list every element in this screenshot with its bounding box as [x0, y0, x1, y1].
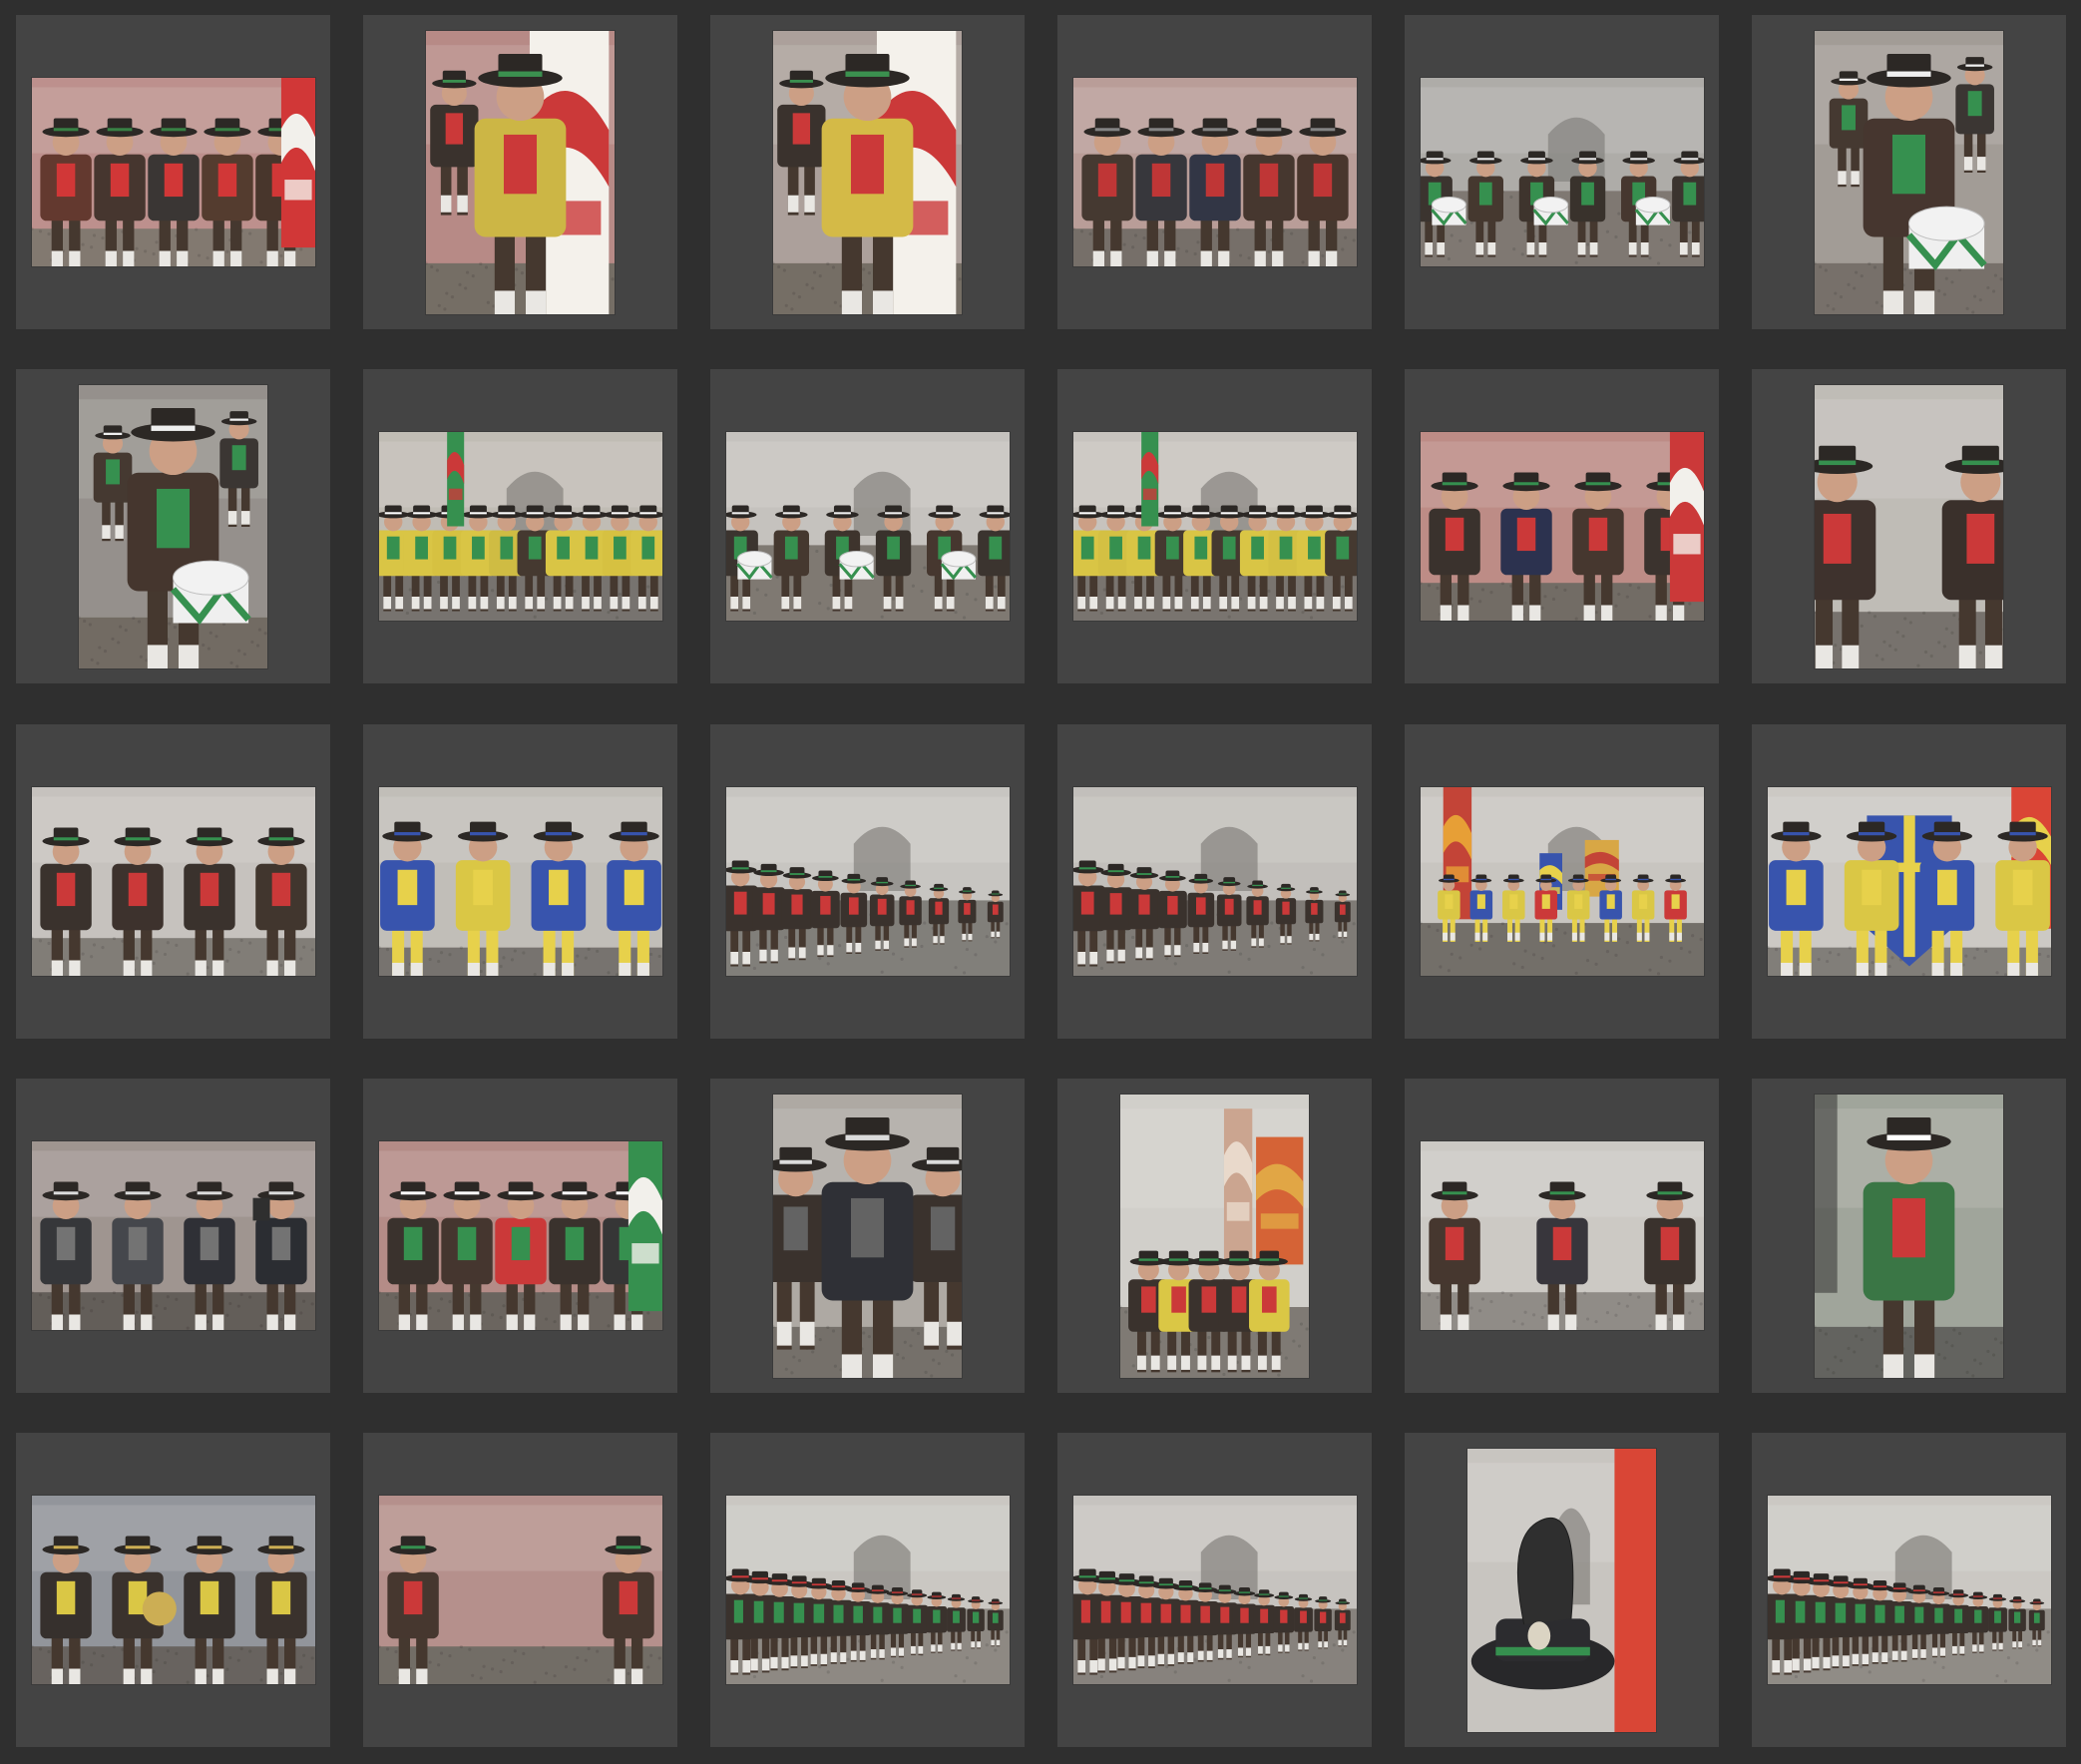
photo-image [1072, 432, 1357, 621]
photo-cell[interactable] [710, 724, 1025, 1039]
photo-thumbnail[interactable] [773, 1094, 962, 1378]
photo-image [725, 1496, 1010, 1684]
photo-thumbnail[interactable] [1420, 1141, 1704, 1330]
photo-thumbnail[interactable] [378, 1496, 662, 1684]
photo-thumbnail[interactable] [1815, 384, 2003, 668]
photo-image [1467, 1448, 1656, 1732]
photo-cell[interactable] [1752, 369, 2066, 683]
photo-image [1072, 787, 1357, 976]
photo-cell[interactable] [363, 369, 677, 683]
photo-image [378, 1141, 662, 1330]
photo-cell[interactable] [710, 1079, 1025, 1393]
photo-cell[interactable] [363, 724, 677, 1039]
photo-thumbnail[interactable] [378, 432, 662, 621]
photo-cell[interactable] [16, 1433, 330, 1747]
photo-thumbnail[interactable] [31, 78, 315, 266]
photo-cell[interactable] [1405, 15, 1719, 329]
photo-thumbnail[interactable] [31, 787, 315, 976]
photo-thumbnail[interactable] [725, 432, 1010, 621]
photo-thumbnail[interactable] [725, 1496, 1010, 1684]
photo-thumbnail[interactable] [725, 787, 1010, 976]
photo-cell[interactable] [1405, 1433, 1719, 1747]
photo-image [725, 432, 1010, 621]
photo-image [1072, 1496, 1357, 1684]
photo-thumbnail[interactable] [1467, 1448, 1656, 1732]
photo-image [1767, 1496, 2051, 1684]
photo-cell[interactable] [16, 724, 330, 1039]
photo-image [1815, 30, 2003, 314]
photo-cell[interactable] [1057, 1433, 1372, 1747]
photo-cell[interactable] [710, 15, 1025, 329]
photo-image [79, 384, 267, 668]
photo-grid [0, 0, 2081, 1764]
photo-image [378, 787, 662, 976]
photo-image [378, 1496, 662, 1684]
photo-cell[interactable] [710, 1433, 1025, 1747]
photo-cell[interactable] [363, 15, 677, 329]
photo-cell[interactable] [16, 369, 330, 683]
photo-image [1815, 1094, 2003, 1378]
photo-cell[interactable] [1057, 724, 1372, 1039]
photo-cell[interactable] [1752, 1433, 2066, 1747]
photo-cell[interactable] [1752, 724, 2066, 1039]
photo-cell[interactable] [1752, 1079, 2066, 1393]
photo-image [31, 787, 315, 976]
photo-cell[interactable] [710, 369, 1025, 683]
photo-image [773, 1094, 962, 1378]
photo-image [1120, 1094, 1309, 1378]
photo-thumbnail[interactable] [1420, 78, 1704, 266]
photo-cell[interactable] [363, 1433, 677, 1747]
photo-thumbnail[interactable] [1420, 432, 1704, 621]
photo-cell[interactable] [1057, 1079, 1372, 1393]
photo-thumbnail[interactable] [426, 30, 615, 314]
photo-thumbnail[interactable] [1072, 432, 1357, 621]
photo-image [1420, 432, 1704, 621]
photo-image [378, 432, 662, 621]
photo-image [31, 1496, 315, 1684]
photo-cell[interactable] [16, 15, 330, 329]
photo-thumbnail[interactable] [773, 30, 962, 314]
photo-thumbnail[interactable] [1120, 1094, 1309, 1378]
photo-cell[interactable] [16, 1079, 330, 1393]
photo-cell[interactable] [363, 1079, 677, 1393]
photo-image [1420, 787, 1704, 976]
photo-image [1420, 1141, 1704, 1330]
photo-image [31, 78, 315, 266]
photo-thumbnail[interactable] [1072, 787, 1357, 976]
photo-thumbnail[interactable] [1767, 1496, 2051, 1684]
photo-image [1420, 78, 1704, 266]
photo-image [1072, 78, 1357, 266]
photo-cell[interactable] [1057, 369, 1372, 683]
photo-image [1767, 787, 2051, 976]
photo-image [773, 30, 962, 314]
photo-thumbnail[interactable] [1072, 1496, 1357, 1684]
photo-cell[interactable] [1752, 15, 2066, 329]
photo-thumbnail[interactable] [31, 1141, 315, 1330]
photo-thumbnail[interactable] [1767, 787, 2051, 976]
photo-thumbnail[interactable] [1815, 1094, 2003, 1378]
photo-thumbnail[interactable] [378, 1141, 662, 1330]
photo-thumbnail[interactable] [378, 787, 662, 976]
photo-thumbnail[interactable] [1815, 30, 2003, 314]
photo-image [31, 1141, 315, 1330]
photo-cell[interactable] [1057, 15, 1372, 329]
photo-cell[interactable] [1405, 724, 1719, 1039]
photo-thumbnail[interactable] [1072, 78, 1357, 266]
photo-cell[interactable] [1405, 369, 1719, 683]
photo-image [725, 787, 1010, 976]
photo-thumbnail[interactable] [1420, 787, 1704, 976]
photo-cell[interactable] [1405, 1079, 1719, 1393]
photo-thumbnail[interactable] [79, 384, 267, 668]
photo-image [1815, 384, 2003, 668]
photo-thumbnail[interactable] [31, 1496, 315, 1684]
photo-image [426, 30, 615, 314]
